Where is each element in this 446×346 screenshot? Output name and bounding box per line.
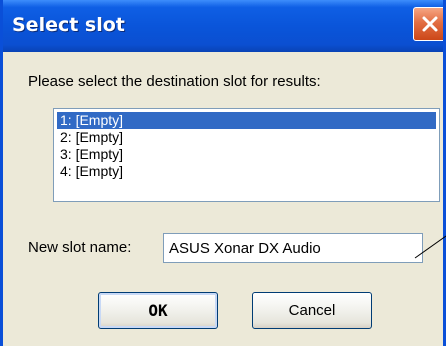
slot-item-3[interactable]: 3: [Empty] [57, 146, 436, 163]
slot-item-2[interactable]: 2: [Empty] [57, 129, 436, 146]
new-slot-name-label: New slot name: [28, 239, 132, 256]
slot-item-1[interactable]: 1: [Empty] [57, 112, 436, 129]
close-icon [422, 16, 438, 32]
cancel-button[interactable]: Cancel [252, 292, 372, 329]
slot-item-4[interactable]: 4: [Empty] [57, 163, 436, 180]
title-bar[interactable]: Select slot [3, 0, 443, 52]
ok-button[interactable]: OK [98, 292, 218, 329]
close-button[interactable] [413, 7, 443, 41]
slot-listbox[interactable]: 1: [Empty] 2: [Empty] 3: [Empty] 4: [Emp… [53, 108, 440, 202]
dialog-title: Select slot [12, 14, 125, 36]
destination-prompt: Please select the destination slot for r… [28, 73, 321, 90]
new-slot-name-input[interactable] [163, 233, 423, 263]
select-slot-dialog: Select slot Please select the destinatio… [0, 0, 446, 346]
